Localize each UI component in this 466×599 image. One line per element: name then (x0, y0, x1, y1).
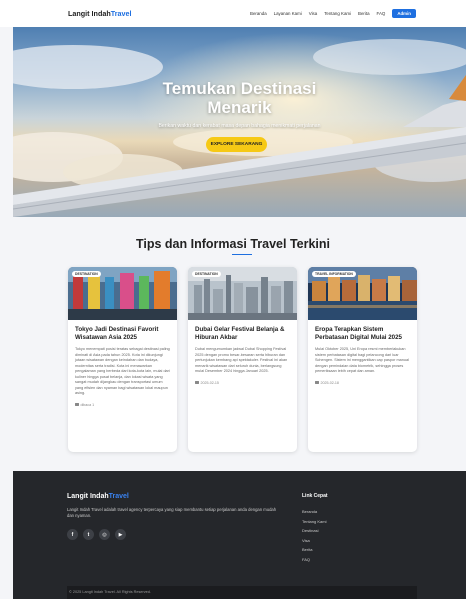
card-title[interactable]: Eropa Terapkan Sistem Perbatasan Digital… (315, 326, 410, 342)
section-title: Tips dan Informasi Travel Terkini (135, 237, 331, 251)
card-badge: DESTINATION (72, 271, 101, 277)
article-card-dubai[interactable]: DESTINATION Dubai Gelar Festival Belanja… (188, 267, 297, 452)
copyright-text: © 2025 Langit Indah Travel. All Rights R… (69, 590, 151, 594)
nav-item-layanan[interactable]: Layanan Kami (274, 11, 302, 16)
card-title[interactable]: Dubai Gelar Festival Belanja & Hiburan A… (195, 326, 290, 342)
quick-links-title: Link Cepat (302, 493, 328, 499)
hero-background-image (13, 27, 466, 217)
calendar-icon (315, 380, 319, 385)
explore-button[interactable]: EXPLORE SEKARANG (206, 137, 267, 152)
footer-logo[interactable]: Langit IndahTravel (67, 493, 129, 500)
footer-link-visa[interactable]: Visa (302, 536, 326, 546)
footer-link-faq[interactable]: FAQ (302, 555, 326, 565)
article-card-eropa[interactable]: TRAVEL INFORMATION Eropa Terapkan Sistem… (308, 267, 417, 452)
footer-logo-accent: Travel (108, 493, 129, 500)
footer: Langit IndahTravel Langit Indah Travel a… (13, 471, 466, 599)
site-logo[interactable]: Langit IndahTravel (68, 9, 132, 18)
card-meta: dibaca 1 (75, 403, 170, 407)
footer-link-berita[interactable]: Berita (302, 545, 326, 555)
card-excerpt: Tokyo menempati posisi teratas sebagai d… (75, 347, 170, 395)
logo-main: Langit Indah (68, 9, 111, 18)
logo-accent: Travel (110, 9, 132, 18)
hero-title-line1: Temukan Destinasi (162, 79, 317, 98)
footer-description: Langit Indah Travel adalah travel agency… (67, 507, 277, 518)
footer-link-tentang[interactable]: Tentang Kami (302, 517, 326, 527)
instagram-icon[interactable]: ◎ (99, 529, 110, 540)
hero-title-line2: Menarik (207, 98, 272, 117)
social-links: f t ◎ ▶ (67, 529, 126, 540)
card-title[interactable]: Tokyo Jadi Destinasi Favorit Wisatawan A… (75, 326, 170, 342)
nav-menu: Beranda Layanan Kami Visa Tentang Kami B… (250, 9, 416, 18)
footer-link-destinasi[interactable]: Destinasi (302, 526, 326, 536)
card-date: 2025-02-18 (320, 380, 339, 385)
card-excerpt: Mulai Oktober 2025, Uni Eropa resmi memb… (315, 347, 409, 373)
hero-banner: Temukan Destinasi Menarik Berikan waktu … (13, 27, 466, 217)
card-image-eropa: TRAVEL INFORMATION (308, 267, 417, 320)
admin-button[interactable]: Admin (392, 9, 416, 18)
hero-subtitle: Berikan waktu dan kerabat masa depan bah… (158, 123, 321, 129)
footer-bottom-bar: © 2025 Langit Indah Travel. All Rights R… (67, 586, 417, 599)
nav-item-berita[interactable]: Berita (358, 11, 369, 16)
section-underline (232, 254, 252, 255)
card-date: dibaca 1 (80, 402, 95, 407)
card-excerpt: Dubai mengumumkan jadwal Dubai Shopping … (195, 347, 288, 373)
footer-logo-main: Langit Indah (67, 493, 109, 500)
nav-item-tentang[interactable]: Tentang Kami (324, 11, 351, 16)
calendar-icon (195, 380, 199, 385)
calendar-icon (75, 402, 79, 407)
nav-item-beranda[interactable]: Beranda (250, 11, 267, 16)
youtube-icon[interactable]: ▶ (115, 529, 126, 540)
card-meta: 2025-02-15 (195, 381, 290, 385)
nav-item-faq[interactable]: FAQ (377, 11, 386, 16)
card-image-tokyo: DESTINATION (68, 267, 177, 320)
facebook-icon[interactable]: f (67, 529, 78, 540)
hero-title: Temukan Destinasi Menarik (13, 79, 466, 117)
card-badge: TRAVEL INFORMATION (312, 271, 356, 277)
footer-link-beranda[interactable]: Beranda (302, 507, 326, 517)
navbar: Langit IndahTravel Beranda Layanan Kami … (0, 0, 466, 27)
twitter-icon[interactable]: t (83, 529, 94, 540)
card-badge: DESTINATION (192, 271, 221, 277)
article-card-tokyo[interactable]: DESTINATION Tokyo Jadi Destinasi Favorit… (68, 267, 177, 452)
card-date: 2025-02-15 (200, 380, 219, 385)
quick-links: Beranda Tentang Kami Destinasi Visa Beri… (302, 507, 326, 564)
card-image-dubai: DESTINATION (188, 267, 297, 320)
nav-item-visa[interactable]: Visa (309, 11, 317, 16)
card-meta: 2025-02-18 (315, 381, 410, 385)
